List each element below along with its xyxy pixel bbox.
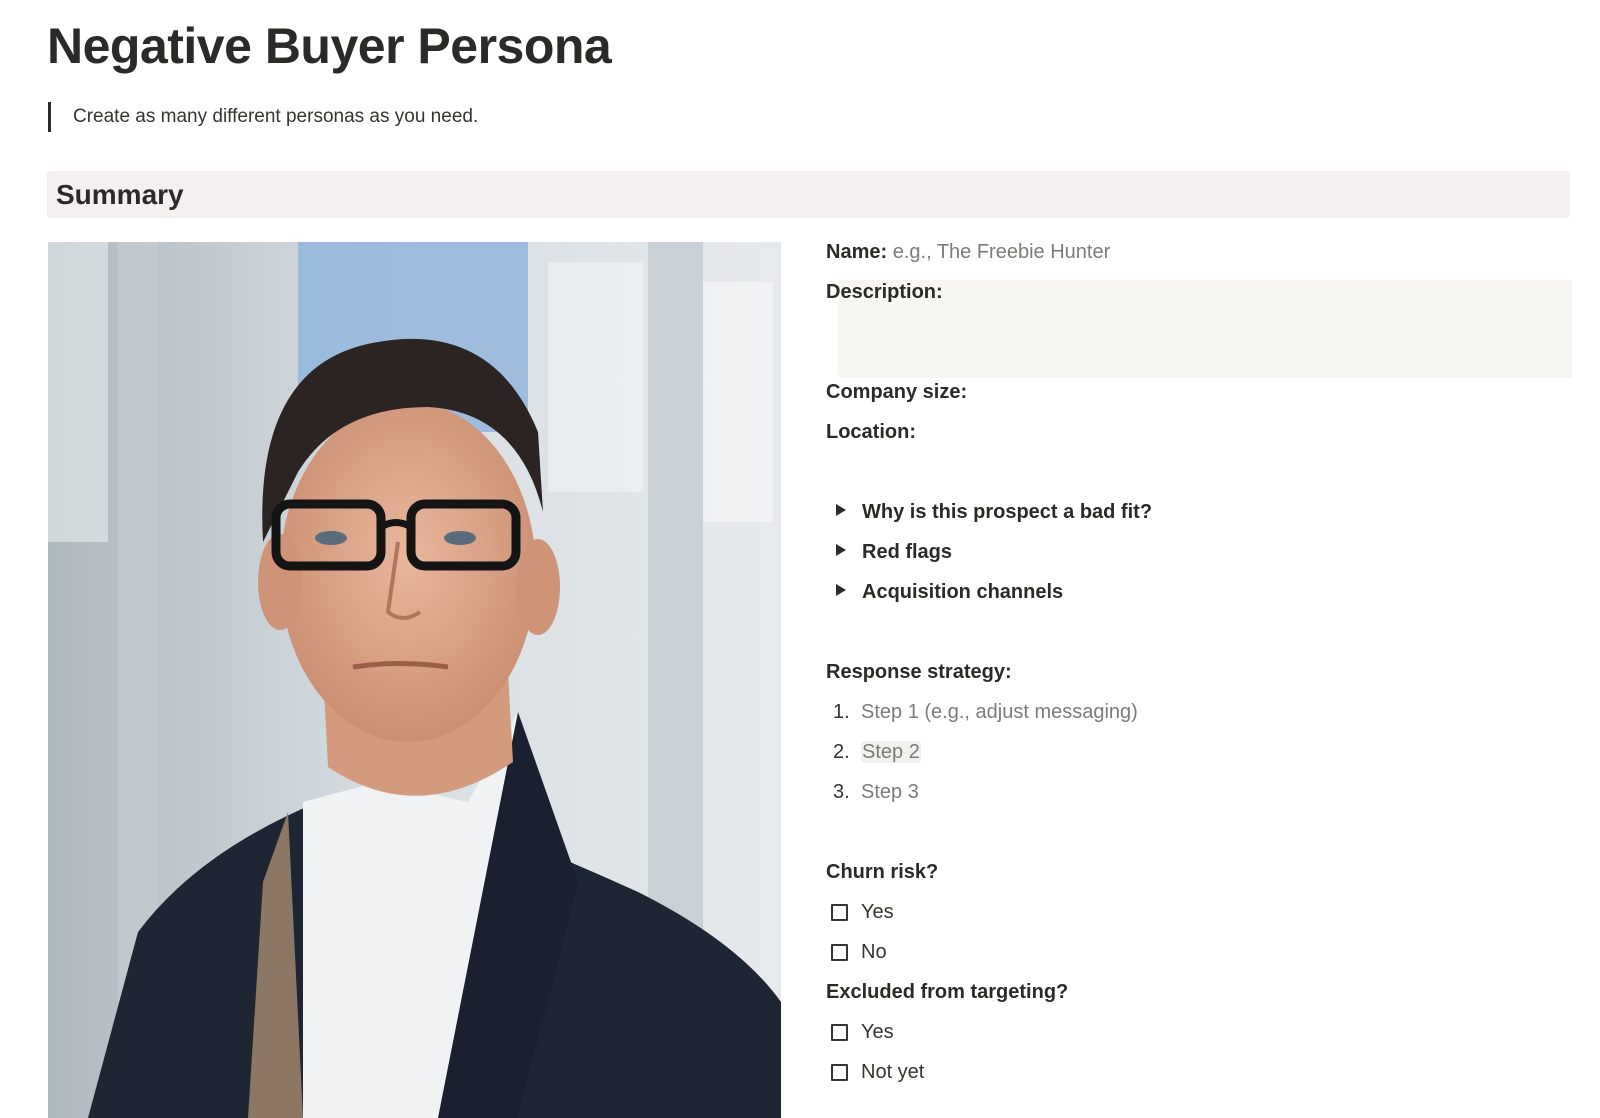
- checkbox-label: Yes: [861, 901, 894, 923]
- location-label: Location:: [826, 421, 916, 443]
- step-text: Step 2: [861, 741, 921, 763]
- summary-header: Summary: [47, 171, 1570, 218]
- summary-heading: Summary: [56, 179, 184, 210]
- checkbox-churn-yes[interactable]: Yes: [831, 898, 894, 926]
- excluded-heading: Excluded from targeting?: [826, 978, 1068, 1006]
- list-number: 2.: [833, 741, 850, 763]
- triangle-right-icon[interactable]: [836, 504, 846, 516]
- toggle-bad-fit[interactable]: Why is this prospect a bad fit?: [836, 498, 1152, 526]
- list-number: 1.: [833, 701, 850, 723]
- churn-risk-heading: Churn risk?: [826, 858, 938, 886]
- list-number: 3.: [833, 781, 850, 803]
- name-label: Name:: [826, 241, 888, 263]
- toggle-red-flags[interactable]: Red flags: [836, 538, 952, 566]
- persona-photo[interactable]: [48, 242, 781, 1118]
- checkbox-empty-icon[interactable]: [831, 944, 848, 961]
- triangle-right-icon[interactable]: [836, 584, 846, 596]
- checkbox-excluded-yes[interactable]: Yes: [831, 1018, 894, 1046]
- list-item[interactable]: 1. Step 1 (e.g., adjust messaging): [833, 698, 1138, 726]
- page-title: Negative Buyer Persona: [47, 18, 612, 74]
- checkbox-excluded-not-yet[interactable]: Not yet: [831, 1058, 924, 1086]
- location-field[interactable]: Location:: [826, 418, 916, 446]
- checkbox-label: No: [861, 941, 887, 963]
- toggle-label: Red flags: [862, 541, 953, 563]
- description-row: Description:: [826, 278, 943, 306]
- list-item[interactable]: 2. Step 2: [833, 738, 921, 766]
- toggle-acquisition-channels[interactable]: Acquisition channels: [836, 578, 1063, 606]
- company-size-field[interactable]: Company size:: [826, 378, 967, 406]
- toggle-label: Acquisition channels: [862, 581, 1064, 603]
- list-item[interactable]: 3. Step 3: [833, 778, 919, 806]
- persona-portrait-image: [48, 242, 781, 1118]
- checkbox-churn-no[interactable]: No: [831, 938, 887, 966]
- checkbox-empty-icon[interactable]: [831, 1024, 848, 1041]
- checkbox-label: Not yet: [861, 1061, 925, 1083]
- step-text: Step 1 (e.g., adjust messaging): [861, 701, 1138, 723]
- name-placeholder: e.g., The Freebie Hunter: [892, 241, 1111, 263]
- description-label: Description:: [826, 281, 943, 303]
- excluded-label: Excluded from targeting?: [826, 981, 1069, 1003]
- churn-risk-label: Churn risk?: [826, 861, 939, 883]
- response-strategy-heading: Response strategy:: [826, 658, 1012, 686]
- checkbox-empty-icon[interactable]: [831, 1064, 848, 1081]
- triangle-right-icon[interactable]: [836, 544, 846, 556]
- step-text: Step 3: [861, 781, 919, 803]
- toggle-label: Why is this prospect a bad fit?: [862, 501, 1153, 523]
- checkbox-empty-icon[interactable]: [831, 904, 848, 921]
- description-field[interactable]: [838, 280, 1572, 378]
- checkbox-label: Yes: [861, 1021, 894, 1043]
- company-size-label: Company size:: [826, 381, 968, 403]
- name-field[interactable]: Name: e.g., The Freebie Hunter: [826, 238, 1110, 266]
- page-quote: Create as many different personas as you…: [48, 102, 478, 132]
- response-strategy-label: Response strategy:: [826, 661, 1012, 683]
